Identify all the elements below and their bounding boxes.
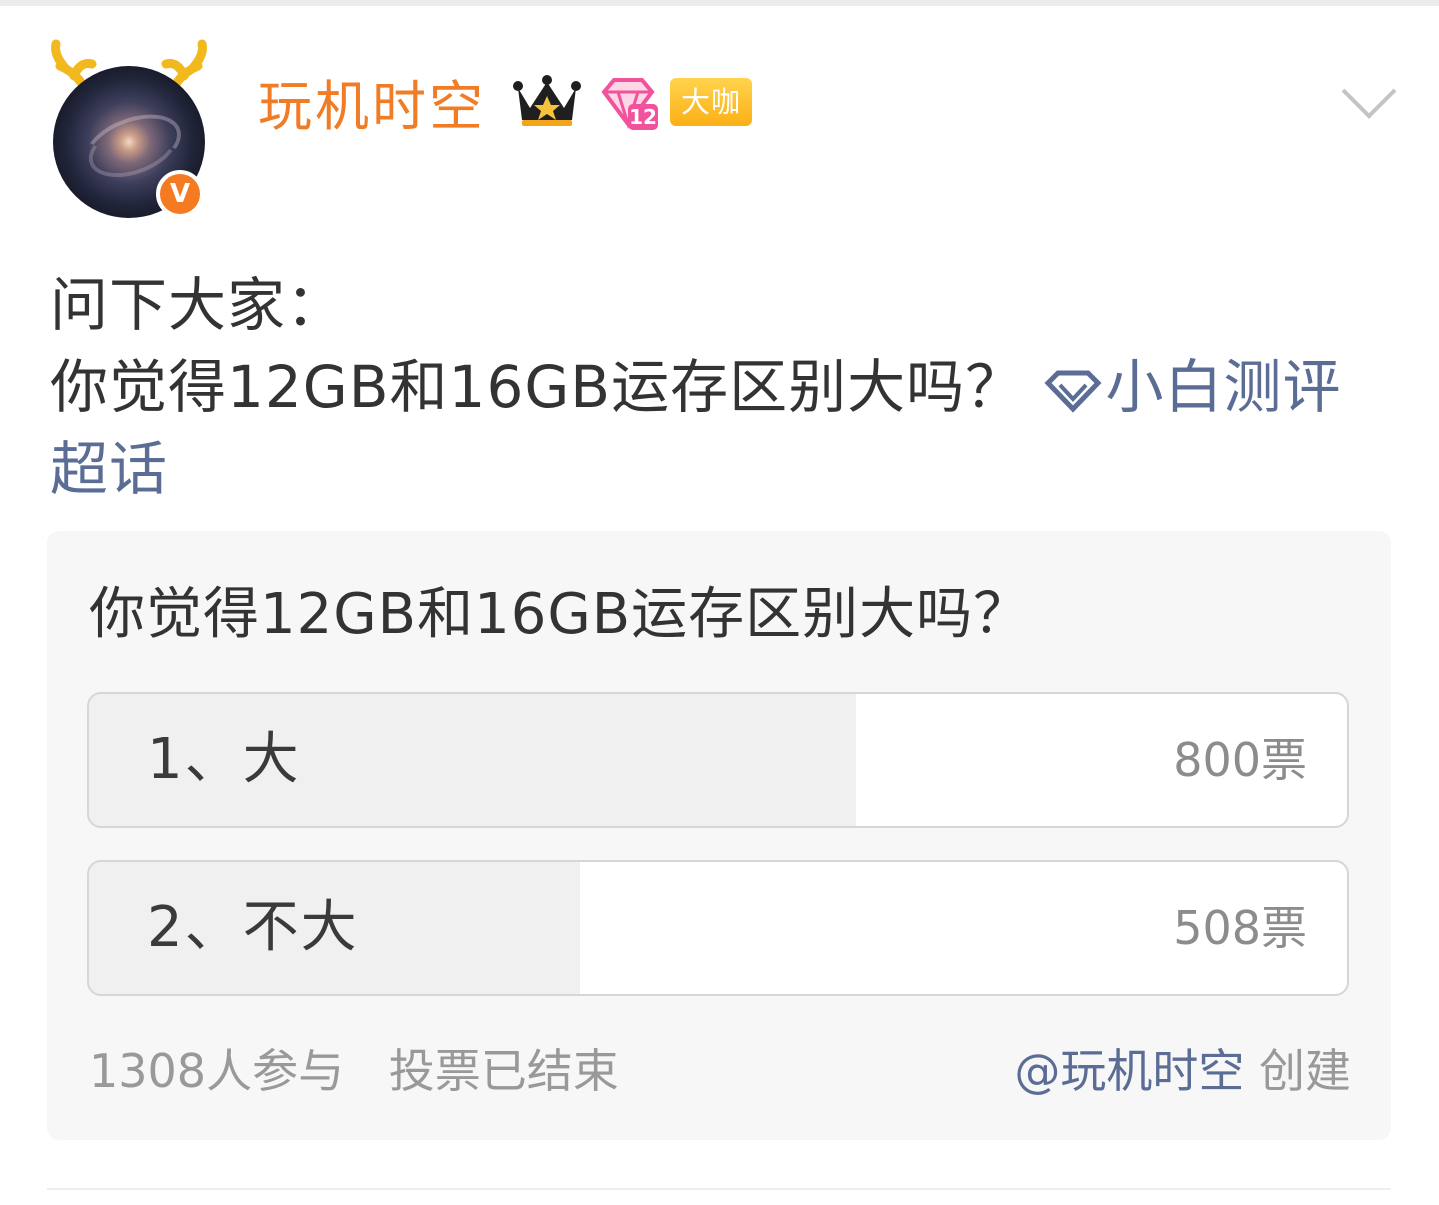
post-body: 问下大家： 你觉得12GB和16GB运存区别大吗？ 小白测评超话 — [50, 264, 1390, 510]
poll-option[interactable]: 1、大 800票 — [87, 692, 1349, 828]
poll-option-votes: 508票 — [1173, 901, 1307, 955]
chevron-down-icon[interactable] — [1340, 86, 1398, 120]
creator-mention-link[interactable]: @玩机时空 — [1014, 1044, 1244, 1098]
poll-stats: 1308人参与 投票已结束 — [89, 1041, 649, 1101]
avatar[interactable]: V — [44, 38, 214, 222]
crown-icon[interactable] — [512, 74, 582, 130]
svg-text:12: 12 — [629, 105, 657, 129]
bottom-divider — [47, 1188, 1391, 1190]
creator-suffix: 创建 — [1259, 1044, 1351, 1098]
poll-option[interactable]: 2、不大 508票 — [87, 860, 1349, 996]
username[interactable]: 玩机时空 — [258, 76, 486, 138]
poll-status: 投票已结束 — [388, 1044, 619, 1098]
poll-option-votes: 800票 — [1173, 733, 1307, 787]
topic-diamond-icon — [1044, 370, 1102, 413]
verified-v-icon: V — [156, 170, 204, 218]
daka-badge[interactable]: 大咖 — [670, 78, 752, 126]
poll-creator: @玩机时空 创建 — [1014, 1041, 1351, 1101]
gem-level-icon[interactable]: 12 — [598, 74, 660, 132]
poll-option-label: 2、不大 — [147, 895, 359, 960]
post-text-line: 你觉得12GB和16GB运存区别大吗？ — [50, 353, 1025, 421]
poll-option-label: 1、大 — [147, 727, 301, 792]
poll-card: 你觉得12GB和16GB运存区别大吗？ 1、大 800票 2、不大 508票 1… — [47, 531, 1391, 1140]
poll-question: 你觉得12GB和16GB运存区别大吗？ — [89, 582, 1031, 647]
post-text-line: 问下大家： — [50, 271, 346, 339]
poll-participants: 1308人参与 — [89, 1044, 345, 1098]
top-divider — [0, 0, 1439, 6]
